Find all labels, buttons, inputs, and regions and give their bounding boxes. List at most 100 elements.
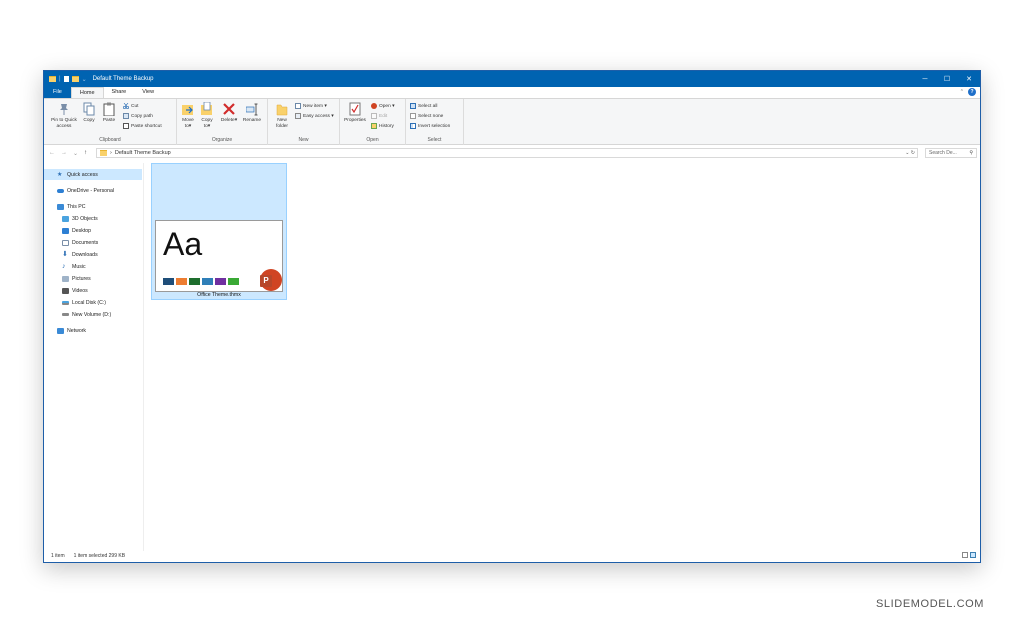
address-bar[interactable]: › Default Theme Backup ⌄ ↻	[96, 148, 918, 158]
invert-selection-icon	[410, 123, 416, 129]
move-to-button[interactable]: Move to▾	[180, 102, 196, 129]
picture-icon	[62, 275, 69, 282]
minimize-button[interactable]: ─	[914, 71, 936, 87]
color-swatch	[202, 278, 213, 285]
item-count: 1 item	[51, 553, 65, 559]
ribbon: Pin to Quick access Copy Paste Cut Copy …	[44, 98, 980, 145]
paste-button[interactable]: Paste	[101, 102, 117, 124]
tab-home[interactable]: Home	[70, 87, 104, 98]
new-item-button[interactable]: New item ▾	[295, 103, 327, 109]
new-folder-icon[interactable]	[71, 76, 79, 82]
download-arrow-icon: ⬇	[62, 250, 68, 258]
close-button[interactable]: ✕	[958, 71, 980, 87]
new-group: New folder New item ▾ Easy access ▾ New	[268, 99, 340, 145]
new-group-label: New	[298, 137, 309, 143]
recent-locations-icon[interactable]: ⌄	[73, 150, 78, 157]
clipboard-group-label: Clipboard	[99, 137, 121, 143]
ribbon-collapse-icon[interactable]: ⌃	[960, 89, 964, 95]
nav-item-onedrive[interactable]: OneDrive - Personal	[57, 185, 114, 196]
nav-item-videos[interactable]: Videos	[62, 285, 88, 296]
chevron-down-icon[interactable]: ⌄	[82, 76, 87, 83]
paste-icon	[103, 102, 115, 117]
tab-file[interactable]: File	[44, 87, 71, 98]
large-icons-view-icon[interactable]	[970, 552, 976, 558]
properties-icon[interactable]	[63, 76, 69, 82]
color-swatch	[228, 278, 239, 285]
drive-icon	[62, 300, 69, 305]
clipboard-group: Pin to Quick access Copy Paste Cut Copy …	[44, 99, 177, 145]
delete-button[interactable]: Delete▾	[220, 102, 238, 124]
search-input[interactable]: Search De... ⚲	[925, 148, 977, 158]
help-icon[interactable]: ?	[968, 88, 976, 96]
chevron-right-icon[interactable]: ›	[110, 150, 112, 156]
music-note-icon: ♪	[62, 262, 66, 270]
edit-button[interactable]: Edit	[371, 113, 387, 119]
properties-button[interactable]: Properties	[343, 102, 367, 124]
invert-selection-button[interactable]: Invert selection	[410, 123, 450, 129]
folder-icon	[100, 150, 107, 156]
cube-icon	[62, 215, 69, 222]
copy-icon	[83, 102, 95, 116]
tab-share[interactable]: Share	[104, 87, 135, 98]
desktop-icon	[62, 227, 69, 234]
cloud-icon	[57, 188, 64, 193]
star-icon: ★	[57, 171, 63, 178]
separator: |	[59, 76, 61, 82]
open-group: Properties Open ▾ Edit History Open	[340, 99, 406, 145]
title-bar: | ⌄ Default Theme Backup ─ ☐ ✕	[44, 71, 980, 87]
nav-item-this-pc[interactable]: This PC	[57, 201, 85, 212]
new-folder-button[interactable]: New folder	[272, 102, 292, 129]
nav-item-downloads[interactable]: ⬇ Downloads	[62, 249, 98, 260]
history-button[interactable]: History	[371, 123, 394, 129]
refresh-icon[interactable]: ⌄ ↻	[905, 149, 915, 158]
easy-access-icon	[295, 113, 301, 119]
selection-info: 1 item selected 299 KB	[73, 553, 126, 559]
quick-access-toolbar: | ⌄	[44, 76, 87, 83]
nav-item-documents[interactable]: Documents	[62, 237, 98, 248]
maximize-button[interactable]: ☐	[936, 71, 958, 87]
new-item-icon	[295, 103, 301, 109]
computer-icon	[57, 203, 64, 210]
copy-to-icon	[201, 101, 213, 116]
address-row: ← → ⌄ ↑ › Default Theme Backup ⌄ ↻ Searc…	[44, 146, 980, 160]
paste-shortcut-icon	[123, 123, 129, 129]
pin-to-quick-access-button[interactable]: Pin to Quick access	[47, 102, 81, 129]
breadcrumb-folder[interactable]: Default Theme Backup	[115, 150, 171, 156]
tab-view[interactable]: View	[134, 87, 162, 98]
copy-path-button[interactable]: Copy path	[123, 113, 153, 119]
details-view-icon[interactable]	[962, 552, 968, 558]
nav-item-music[interactable]: ♪ Music	[62, 261, 86, 272]
select-all-button[interactable]: Select all	[410, 103, 437, 109]
powerpoint-icon	[371, 103, 377, 109]
nav-item-pictures[interactable]: Pictures	[62, 273, 91, 284]
nav-item-3d-objects[interactable]: 3D Objects	[62, 213, 98, 224]
search-icon[interactable]: ⚲	[969, 149, 973, 158]
nav-item-new-volume[interactable]: New Volume (D:)	[62, 309, 111, 320]
open-button[interactable]: Open ▾	[371, 103, 394, 109]
easy-access-button[interactable]: Easy access ▾	[295, 113, 334, 119]
film-icon	[62, 287, 69, 294]
thumbnail-sample-text: Aa	[163, 226, 203, 262]
rename-button[interactable]: Rename	[241, 102, 263, 124]
watermark: SLIDEMODEL.COM	[876, 598, 985, 610]
up-arrow-icon[interactable]: ↑	[84, 150, 87, 156]
back-arrow-icon[interactable]: ←	[49, 150, 55, 156]
navigation-pane: ★ Quick access OneDrive - Personal This …	[44, 163, 144, 551]
select-none-button[interactable]: Select none	[410, 113, 443, 119]
copy-to-button[interactable]: Copy to▾	[199, 101, 215, 129]
cut-button[interactable]: Cut	[122, 102, 138, 110]
copy-button[interactable]: Copy	[82, 102, 96, 124]
nav-item-local-disk[interactable]: Local Disk (C:)	[62, 297, 106, 308]
status-bar: 1 item 1 item selected 299 KB	[44, 550, 980, 562]
select-all-icon	[410, 103, 416, 109]
drive-icon	[62, 313, 69, 316]
nav-item-desktop[interactable]: Desktop	[62, 225, 91, 236]
file-tile[interactable]: Aa P Office Theme.thmx	[151, 163, 287, 300]
document-icon	[62, 239, 69, 246]
nav-item-quick-access[interactable]: ★ Quick access	[44, 169, 142, 180]
paste-shortcut-button[interactable]: Paste shortcut	[123, 123, 162, 129]
file-name: Office Theme.thmx	[197, 292, 241, 298]
file-explorer-window: | ⌄ Default Theme Backup ─ ☐ ✕ File Home…	[43, 70, 981, 563]
nav-item-network[interactable]: Network	[57, 325, 86, 336]
forward-arrow-icon[interactable]: →	[61, 150, 67, 156]
